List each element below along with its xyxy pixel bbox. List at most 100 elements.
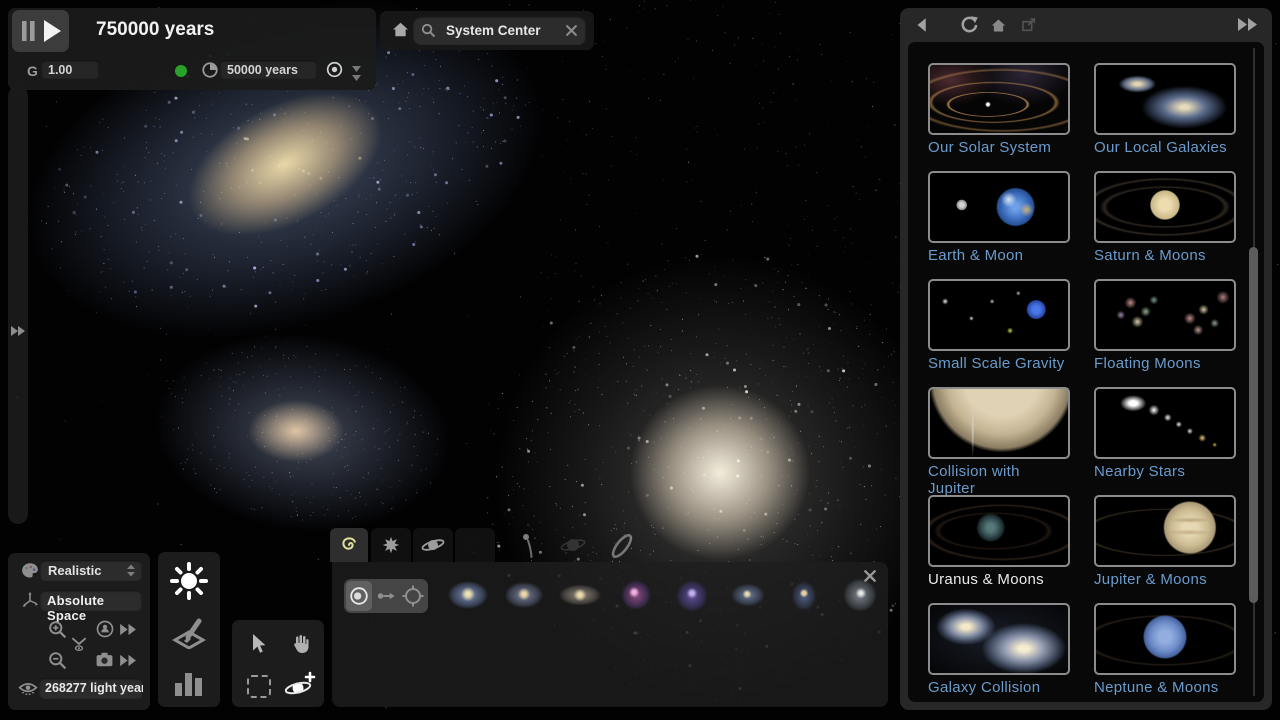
dust-field (0, 0, 1, 1)
library-item-label: Jupiter & Moons (1094, 571, 1236, 588)
clear-search-icon[interactable] (564, 23, 579, 38)
library-item-label: Nearby Stars (1094, 463, 1236, 480)
nav-home-icon[interactable] (990, 17, 1007, 34)
galaxy-variant-elliptical-galaxy-tan[interactable] (557, 572, 603, 618)
galaxy-variant-cluster-galaxy-blue[interactable] (725, 572, 771, 618)
time-step-clock-icon[interactable] (201, 61, 219, 79)
zoom-in-icon[interactable] (47, 619, 68, 640)
library-item[interactable]: Saturn & Moons (1094, 171, 1236, 264)
open-external-icon[interactable] (1021, 17, 1037, 33)
library-grid: Our Solar System Our Local Galaxies Earth … (908, 42, 1264, 702)
tab-galaxy[interactable] (330, 528, 368, 562)
view-scale-field[interactable]: 268277 light year (39, 678, 143, 699)
tab-star[interactable] (371, 528, 411, 562)
galaxy-spiral-icon (337, 533, 361, 557)
time-focus-icon[interactable] (325, 60, 344, 79)
nav-forward-icon[interactable] (1237, 17, 1259, 32)
expand-drawer-icon[interactable] (9, 324, 27, 338)
galaxy-spiral-medium-core (248, 400, 344, 462)
library-thumbnail-floating[interactable] (1094, 279, 1236, 351)
library-thumbnail-earth[interactable] (928, 171, 1070, 243)
home-icon[interactable] (391, 20, 410, 39)
library-thumbnail-neptune[interactable] (1094, 603, 1236, 675)
library-item[interactable]: Uranus & Moons (928, 495, 1070, 588)
galaxy-variant-dwarf-spiral-galaxy[interactable] (781, 572, 827, 618)
tab-moon[interactable] (455, 528, 495, 562)
palette-icon (21, 562, 39, 578)
space-mode-field[interactable]: Absolute Space (40, 590, 142, 611)
simulation-time: 750000 years (96, 19, 214, 41)
time-control-panel: 750000 years G (8, 8, 376, 90)
paint-tool-icon[interactable] (171, 615, 207, 649)
library-item[interactable]: Earth & Moon (928, 171, 1070, 264)
library-item[interactable]: Galaxy Collision (928, 603, 1070, 696)
render-mode-select[interactable]: Realistic (40, 560, 142, 581)
galaxy-variant-irregular-galaxy-purple[interactable] (669, 572, 715, 618)
marquee-select-icon[interactable] (247, 675, 271, 698)
nav-back-icon[interactable] (913, 16, 931, 34)
library-item[interactable]: Small Scale Gravity (928, 279, 1070, 372)
library-item[interactable]: Our Local Galaxies (1094, 63, 1236, 156)
moon-icon (464, 534, 486, 556)
library-item[interactable]: Collision with Jupiter (928, 387, 1070, 497)
library-item[interactable]: Nearby Stars (1094, 387, 1236, 480)
library-thumbnail-galaxy-collision[interactable] (928, 603, 1070, 675)
view-angle-icon[interactable] (69, 634, 89, 654)
chart-tool-icon[interactable] (172, 666, 206, 698)
time-step-decrease-icon[interactable] (351, 65, 362, 83)
gravity-label: G (27, 63, 38, 79)
galaxy-variant-spiral-galaxy-blue[interactable] (445, 572, 491, 618)
select-arrows-icon[interactable] (126, 564, 136, 577)
galaxy-variant-irregular-galaxy-gray[interactable] (837, 572, 883, 618)
zoom-out-icon[interactable] (47, 650, 68, 671)
add-object-icon[interactable] (284, 671, 316, 699)
galaxy-variant-irregular-galaxy-pink[interactable] (613, 572, 659, 618)
library-thumbnail-local-galaxies[interactable] (1094, 63, 1236, 135)
status-dot (175, 65, 187, 77)
galaxy-elliptical-core (630, 385, 810, 560)
follow-object-control[interactable] (95, 619, 139, 639)
ringed-planet-icon (421, 533, 445, 557)
galaxy-spiral-medium[interactable] (144, 318, 461, 547)
tab-planet[interactable] (413, 528, 453, 562)
lighting-sun-icon[interactable] (169, 561, 209, 601)
left-side-drawer[interactable] (8, 86, 28, 524)
library-thumbnail-jupiter-collision[interactable] (928, 387, 1070, 459)
follow-object-icon (95, 619, 115, 639)
nav-refresh-icon[interactable] (959, 15, 979, 35)
library-item[interactable]: Neptune & Moons (1094, 603, 1236, 696)
library-thumbnail-nearby-stars[interactable] (1094, 387, 1236, 459)
select-cursor-icon[interactable] (247, 632, 269, 656)
library-thumbnail-solar[interactable] (928, 63, 1070, 135)
library-item-label: Our Solar System (928, 139, 1070, 156)
library-item[interactable]: Our Solar System (928, 63, 1070, 156)
render-mode-value: Realistic (48, 563, 101, 578)
play-button[interactable] (41, 18, 63, 44)
library-item[interactable]: Floating Moons (1094, 279, 1236, 372)
view-settings-panel: Realistic Absolute Space 268277 light ye… (8, 553, 150, 710)
library-thumbnail-uranus[interactable] (928, 495, 1070, 567)
library-item[interactable]: Jupiter & Moons (1094, 495, 1236, 588)
pause-button[interactable] (21, 20, 36, 42)
gravity-input[interactable] (41, 60, 99, 79)
search-panel (380, 11, 594, 50)
galaxy-variant-spiral-galaxy-dusty[interactable] (501, 572, 547, 618)
time-step-input[interactable] (220, 60, 317, 79)
star-icon (380, 534, 402, 556)
library-thumbnail-jupiter[interactable] (1094, 495, 1236, 567)
screenshot-control[interactable] (95, 651, 139, 669)
tab-ring-icon[interactable] (604, 528, 640, 564)
library-item-label: Saturn & Moons (1094, 247, 1236, 264)
library-thumbnail-saturn[interactable] (1094, 171, 1236, 243)
library-item-label: Galaxy Collision (928, 679, 1070, 696)
tab-planetoid-icon[interactable] (560, 533, 586, 557)
view-scale-value: 268277 light year (45, 681, 143, 695)
tab-comet-icon[interactable] (518, 531, 540, 559)
scrollbar-thumb[interactable] (1249, 247, 1258, 603)
galaxy-variant-row (332, 562, 888, 632)
search-input[interactable] (439, 18, 565, 42)
library-item-label: Our Local Galaxies (1094, 139, 1236, 156)
library-item-label: Neptune & Moons (1094, 679, 1236, 696)
pan-hand-icon[interactable] (288, 632, 312, 656)
library-thumbnail-gravity[interactable] (928, 279, 1070, 351)
